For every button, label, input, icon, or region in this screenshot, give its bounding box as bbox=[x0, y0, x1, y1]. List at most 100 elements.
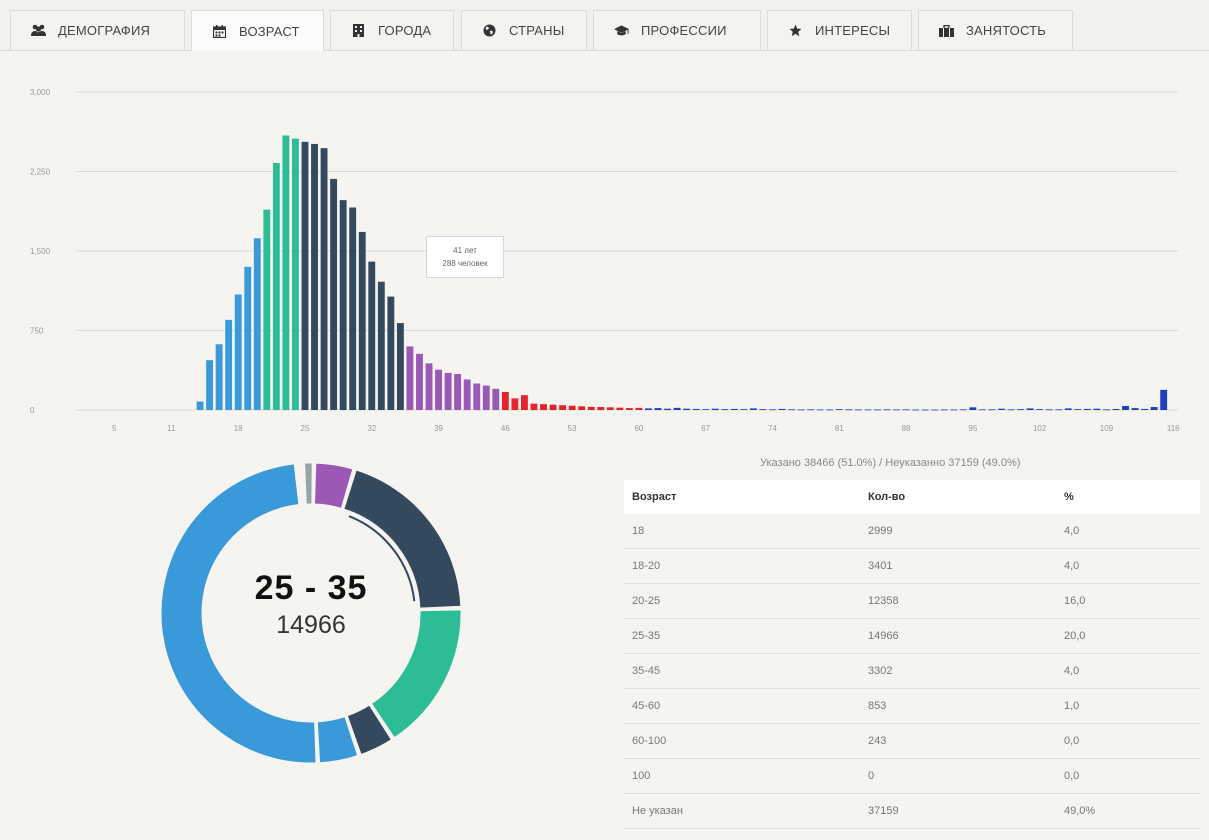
tab-professions[interactable]: ПРОФЕССИИ bbox=[593, 10, 761, 50]
histogram-bar[interactable] bbox=[463, 379, 471, 410]
histogram-bar[interactable] bbox=[520, 395, 528, 410]
histogram-bar[interactable] bbox=[568, 405, 576, 410]
histogram-bar[interactable] bbox=[501, 391, 509, 410]
histogram-bar[interactable] bbox=[883, 409, 891, 411]
histogram-bar[interactable] bbox=[645, 408, 652, 410]
histogram-bar[interactable] bbox=[1141, 408, 1149, 410]
histogram-bar[interactable] bbox=[377, 281, 385, 410]
histogram-bar[interactable] bbox=[654, 408, 662, 410]
histogram-bar[interactable] bbox=[740, 409, 748, 410]
histogram-bar[interactable] bbox=[749, 408, 757, 410]
histogram-bar[interactable] bbox=[416, 353, 423, 410]
histogram-bar[interactable] bbox=[263, 209, 271, 410]
histogram-bar[interactable] bbox=[864, 409, 872, 411]
histogram-bar[interactable] bbox=[511, 398, 519, 410]
histogram-bar[interactable] bbox=[730, 408, 738, 410]
histogram-bar[interactable] bbox=[978, 409, 986, 411]
histogram-bar[interactable] bbox=[635, 407, 643, 410]
histogram-bar[interactable] bbox=[921, 409, 929, 411]
histogram-bar[interactable] bbox=[425, 363, 433, 410]
tab-age[interactable]: ВОЗРАСТ bbox=[191, 10, 324, 51]
histogram-bar[interactable] bbox=[215, 344, 223, 410]
histogram-bar[interactable] bbox=[454, 373, 462, 410]
histogram-bar[interactable] bbox=[320, 148, 328, 410]
histogram-bar[interactable] bbox=[272, 163, 280, 410]
histogram-bar[interactable] bbox=[559, 405, 567, 410]
histogram-bar[interactable] bbox=[435, 369, 442, 410]
histogram-bar[interactable] bbox=[778, 408, 786, 410]
histogram-bar[interactable] bbox=[396, 323, 404, 410]
histogram-bar[interactable] bbox=[530, 403, 538, 410]
histogram-bar[interactable] bbox=[616, 407, 624, 410]
histogram-bar[interactable] bbox=[893, 409, 900, 411]
histogram-bar[interactable] bbox=[606, 407, 614, 410]
histogram-bar[interactable] bbox=[368, 261, 376, 410]
column-header-age[interactable]: Возраст bbox=[624, 480, 860, 514]
histogram-bar[interactable] bbox=[206, 360, 214, 410]
histogram-bar[interactable] bbox=[788, 409, 796, 411]
histogram-bar[interactable] bbox=[387, 296, 395, 410]
histogram-bar[interactable] bbox=[835, 409, 843, 410]
histogram-bar[interactable] bbox=[826, 409, 834, 411]
histogram-bar[interactable] bbox=[807, 409, 815, 411]
column-header-percent[interactable]: % bbox=[1056, 480, 1200, 514]
tab-employment[interactable]: ЗАНЯТОСТЬ bbox=[918, 10, 1073, 50]
tab-interests[interactable]: ИНТЕРЕСЫ bbox=[767, 10, 912, 50]
histogram-bar[interactable] bbox=[1103, 409, 1110, 411]
histogram-bar[interactable] bbox=[1074, 409, 1082, 410]
histogram-bar[interactable] bbox=[234, 294, 242, 410]
histogram-bar[interactable] bbox=[721, 409, 729, 410]
histogram-bar[interactable] bbox=[845, 409, 853, 411]
histogram-bar[interactable] bbox=[988, 409, 996, 411]
histogram-bar[interactable] bbox=[931, 409, 939, 411]
histogram-bar[interactable] bbox=[1150, 407, 1158, 410]
histogram-bar[interactable] bbox=[225, 319, 233, 410]
histogram-bar[interactable] bbox=[940, 409, 948, 411]
tab-demography[interactable]: ДЕМОГРАФИЯ bbox=[10, 10, 185, 50]
histogram-bar[interactable] bbox=[311, 143, 318, 410]
histogram-bar[interactable] bbox=[482, 385, 490, 410]
histogram-bar[interactable] bbox=[692, 408, 700, 410]
tab-cities[interactable]: ГОРОДА bbox=[330, 10, 454, 50]
histogram-bar[interactable] bbox=[1055, 409, 1063, 411]
tab-countries[interactable]: СТРАНЫ bbox=[461, 10, 587, 50]
histogram-bar[interactable] bbox=[578, 406, 586, 410]
histogram-bar[interactable] bbox=[549, 404, 557, 410]
histogram-bar[interactable] bbox=[664, 408, 671, 410]
histogram-bar[interactable] bbox=[998, 408, 1005, 410]
histogram-bar[interactable] bbox=[597, 407, 605, 410]
histogram-bar[interactable] bbox=[797, 409, 805, 411]
histogram-bar[interactable] bbox=[1131, 408, 1139, 410]
histogram-bar[interactable] bbox=[816, 409, 824, 411]
histogram-bar[interactable] bbox=[1064, 408, 1072, 410]
histogram-bar[interactable] bbox=[711, 408, 719, 410]
histogram-bar[interactable] bbox=[244, 266, 252, 410]
histogram-bar[interactable] bbox=[959, 409, 967, 411]
histogram-bar[interactable] bbox=[358, 231, 366, 410]
histogram-bar[interactable] bbox=[1083, 408, 1091, 410]
histogram-bar[interactable] bbox=[473, 383, 481, 411]
donut-slice[interactable] bbox=[304, 462, 313, 505]
histogram-bar[interactable] bbox=[492, 388, 500, 410]
histogram-bar[interactable] bbox=[950, 409, 958, 411]
histogram-bar[interactable] bbox=[196, 401, 204, 410]
histogram-bar[interactable] bbox=[874, 409, 881, 411]
histogram-bar[interactable] bbox=[1112, 408, 1120, 410]
histogram-bar[interactable] bbox=[540, 404, 547, 410]
histogram-bar[interactable] bbox=[444, 372, 452, 410]
histogram-bar[interactable] bbox=[253, 238, 261, 410]
histogram-bar[interactable] bbox=[854, 409, 862, 411]
histogram-bar[interactable] bbox=[1036, 409, 1044, 410]
histogram-bar[interactable] bbox=[406, 346, 414, 410]
histogram-bar[interactable] bbox=[673, 407, 681, 410]
histogram-bar[interactable] bbox=[330, 178, 338, 410]
histogram-bar[interactable] bbox=[702, 409, 710, 410]
histogram-bar[interactable] bbox=[349, 207, 357, 410]
histogram-bar[interactable] bbox=[759, 409, 767, 410]
histogram-bar[interactable] bbox=[683, 408, 691, 410]
histogram-bar[interactable] bbox=[292, 138, 299, 410]
histogram-bar[interactable] bbox=[1122, 405, 1129, 410]
histogram-bar[interactable] bbox=[1093, 408, 1101, 410]
histogram-bar[interactable] bbox=[969, 407, 977, 410]
column-header-count[interactable]: Кол-во bbox=[860, 480, 1056, 514]
